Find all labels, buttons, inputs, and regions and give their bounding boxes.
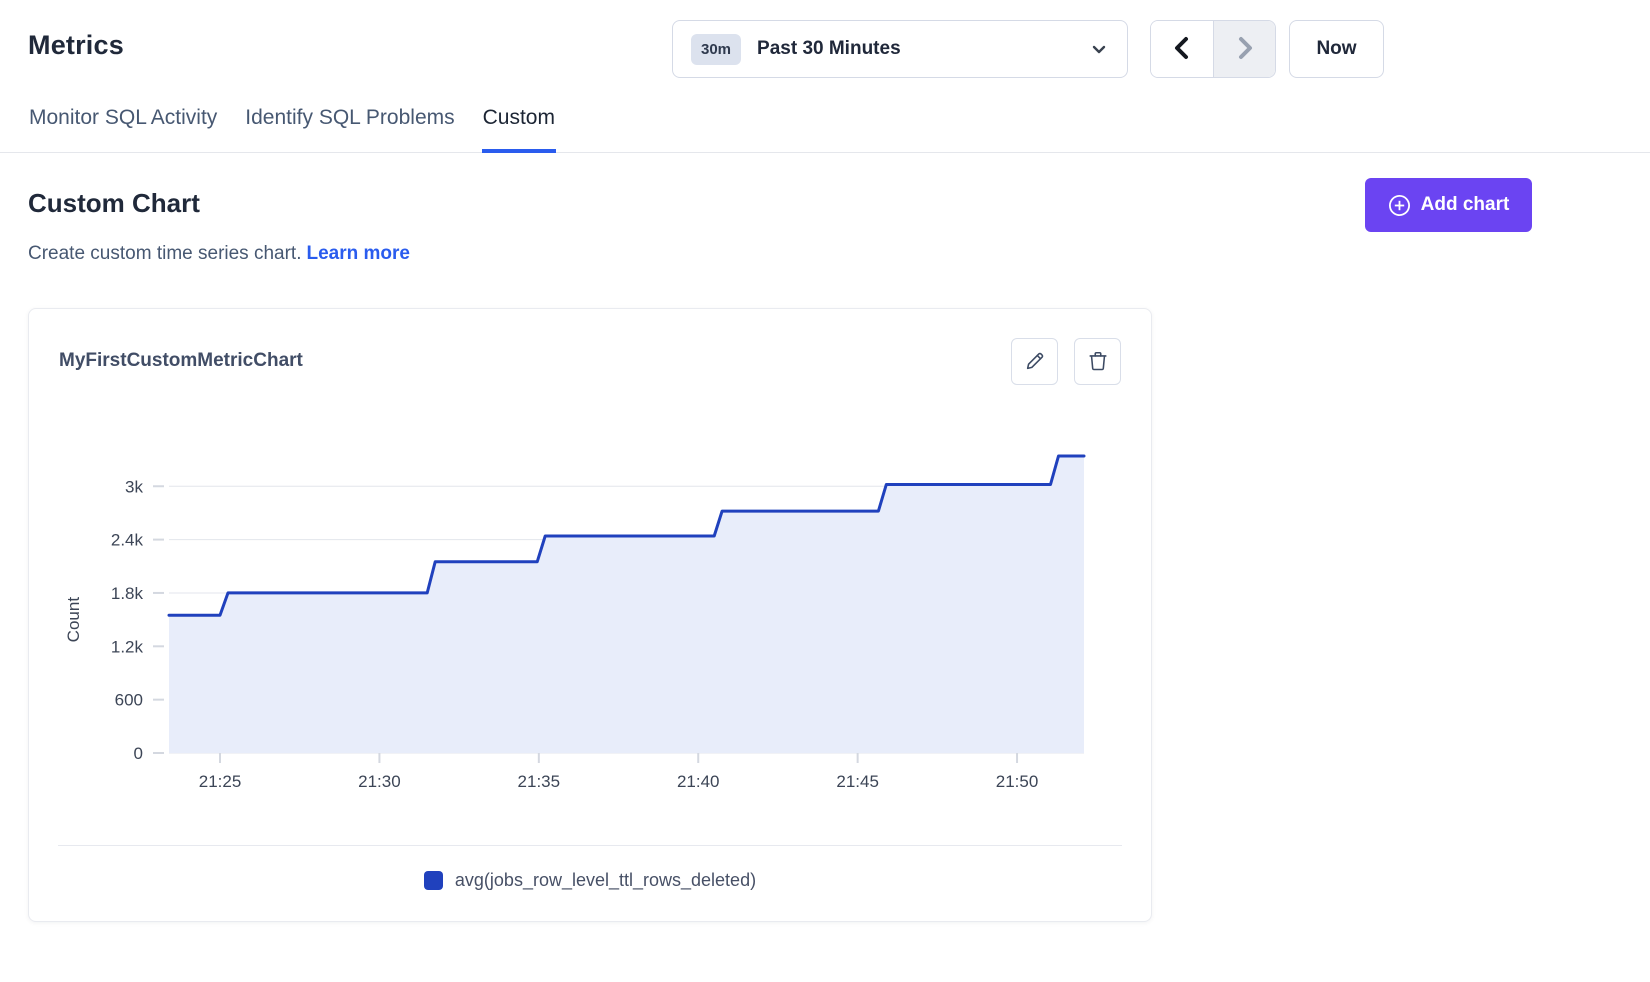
pencil-icon	[1024, 350, 1046, 372]
series-area-fill	[169, 456, 1084, 753]
add-chart-button[interactable]: Add chart	[1365, 178, 1532, 232]
section-subtitle: Create custom time series chart.Learn mo…	[28, 243, 410, 265]
legend-label: avg(jobs_row_level_ttl_rows_deleted)	[455, 870, 756, 891]
x-tick-label: 21:40	[677, 772, 720, 791]
x-tick-label: 21:45	[836, 772, 879, 791]
x-tick-label: 21:30	[358, 772, 401, 791]
chevron-left-icon	[1169, 33, 1195, 66]
section-title: Custom Chart	[28, 188, 200, 219]
y-axis-label: Count	[64, 597, 83, 643]
tab-bar: Monitor SQL Activity Identify SQL Proble…	[0, 100, 1650, 153]
custom-chart-card: MyFirstCustomMetricChart 0 600 1.2k 1.8k 2.4…	[28, 308, 1152, 922]
legend-swatch	[424, 871, 443, 890]
y-tick-label: 1.8k	[111, 584, 144, 603]
chart-plot-area[interactable]: 0 600 1.2k 1.8k 2.4k 3k 21:25 21:30 21:35 21:40 21…	[29, 393, 1151, 793]
tab-identify-sql-problems[interactable]: Identify SQL Problems	[244, 100, 455, 153]
y-tick-label: 0	[134, 744, 143, 763]
y-tick-label: 600	[115, 691, 143, 710]
time-range-dropdown[interactable]: 30m Past 30 Minutes	[672, 20, 1128, 78]
page-title: Metrics	[28, 30, 124, 61]
add-chart-label: Add chart	[1421, 194, 1510, 216]
chevron-right-icon	[1232, 33, 1258, 66]
legend-item[interactable]: avg(jobs_row_level_ttl_rows_deleted)	[29, 846, 1151, 921]
tab-monitor-sql-activity[interactable]: Monitor SQL Activity	[28, 100, 218, 153]
edit-chart-button[interactable]	[1011, 338, 1058, 385]
x-tick-label: 21:25	[199, 772, 242, 791]
y-tick-label: 2.4k	[111, 531, 144, 550]
chevron-down-icon	[1089, 39, 1109, 59]
learn-more-link[interactable]: Learn more	[306, 243, 409, 264]
plus-circle-icon	[1388, 194, 1411, 217]
x-tick-label: 21:50	[996, 772, 1039, 791]
time-controls: 30m Past 30 Minutes Now	[672, 20, 1384, 78]
trash-icon	[1087, 350, 1109, 372]
time-arrow-group	[1150, 20, 1276, 78]
y-tick-label: 3k	[125, 477, 143, 496]
subtitle-text: Create custom time series chart.	[28, 243, 301, 264]
time-forward-button[interactable]	[1213, 21, 1275, 77]
delete-chart-button[interactable]	[1074, 338, 1121, 385]
y-tick-label: 1.2k	[111, 637, 144, 656]
time-range-badge: 30m	[691, 34, 741, 65]
tab-custom[interactable]: Custom	[482, 100, 556, 153]
x-tick-label: 21:35	[518, 772, 561, 791]
now-button[interactable]: Now	[1289, 20, 1384, 78]
time-back-button[interactable]	[1151, 21, 1213, 77]
time-range-label: Past 30 Minutes	[757, 38, 1089, 60]
metrics-page: Metrics 30m Past 30 Minutes Now	[0, 0, 1650, 982]
chart-title: MyFirstCustomMetricChart	[59, 350, 303, 372]
